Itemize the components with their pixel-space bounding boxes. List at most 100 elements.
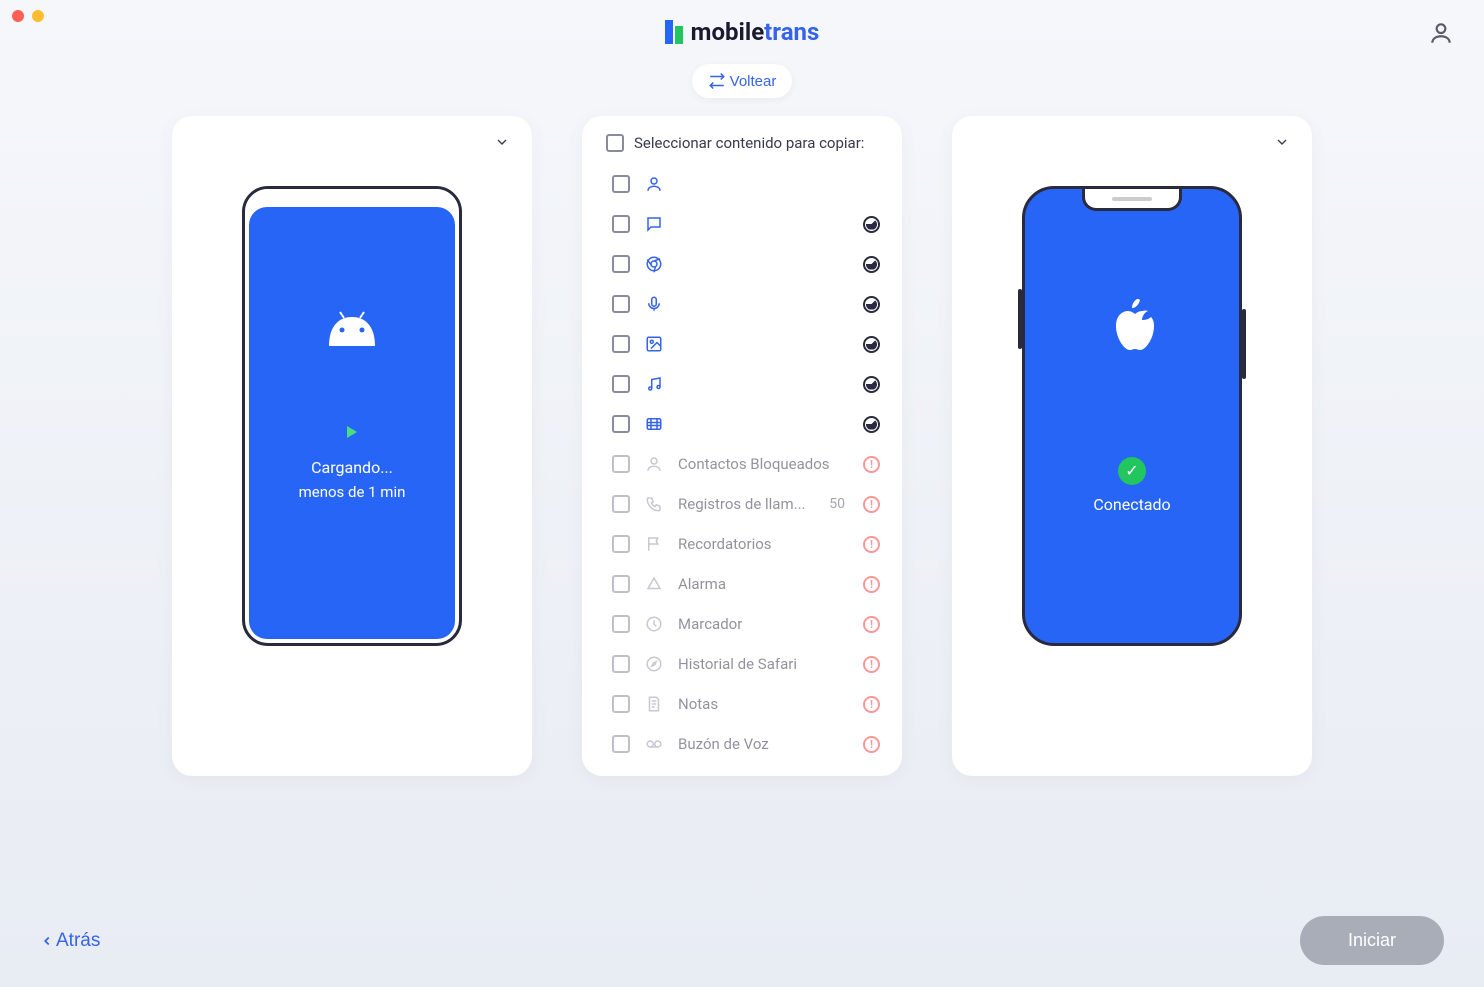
note-icon: [644, 694, 664, 714]
content-item: [606, 164, 886, 204]
content-item: Registros de llam... 50!: [606, 484, 886, 524]
loading-status-icon: [863, 336, 880, 353]
start-button[interactable]: Iniciar: [1300, 916, 1444, 965]
content-item-checkbox[interactable]: [612, 575, 630, 593]
content-item-label: Marcador: [678, 615, 849, 633]
logo-mark-icon: [665, 20, 683, 44]
swap-icon: [708, 72, 726, 90]
play-icon: [347, 426, 357, 438]
content-item-checkbox[interactable]: [612, 455, 630, 473]
app-logo: mobiletrans: [665, 18, 820, 46]
flip-button[interactable]: Voltear: [692, 64, 793, 98]
content-item: Recordatorios!: [606, 524, 886, 564]
content-item-count: 50: [829, 496, 845, 512]
content-item: [606, 404, 886, 444]
content-item-checkbox[interactable]: [612, 175, 630, 193]
person-icon: [644, 454, 664, 474]
footer-bar: Atrás Iniciar: [0, 894, 1484, 987]
music-icon: [644, 374, 664, 394]
apple-icon: [1107, 299, 1157, 357]
video-icon: [644, 414, 664, 434]
content-item: Buzón de Voz!: [606, 724, 886, 764]
person-icon: [644, 174, 664, 194]
flag-icon: [644, 534, 664, 554]
content-item-checkbox[interactable]: [612, 415, 630, 433]
dest-device-dropdown[interactable]: [1274, 134, 1290, 150]
warning-status-icon: !: [863, 496, 880, 513]
loading-status-icon: [863, 416, 880, 433]
alarm-icon: [644, 574, 664, 594]
content-item-label: Buzón de Voz: [678, 735, 849, 753]
warning-status-icon: !: [863, 576, 880, 593]
content-item: [606, 284, 886, 324]
source-loading-text: Cargando...: [311, 458, 393, 477]
content-item: [606, 364, 886, 404]
source-device-dropdown[interactable]: [494, 134, 510, 150]
main-content: Cargando... menos de 1 min Seleccionar c…: [0, 116, 1484, 776]
bookmark-icon: [644, 614, 664, 634]
content-item-checkbox[interactable]: [612, 255, 630, 273]
mic-icon: [644, 294, 664, 314]
voicemail-icon: [644, 734, 664, 754]
content-item-checkbox[interactable]: [612, 735, 630, 753]
content-item-label: Recordatorios: [678, 535, 849, 553]
content-item: Contactos Bloqueados!: [606, 444, 886, 484]
content-item-checkbox[interactable]: [612, 215, 630, 233]
iphone-illustration: ✓ Conectado: [1022, 186, 1242, 646]
image-icon: [644, 334, 664, 354]
content-item: Notas!: [606, 684, 886, 724]
content-item-checkbox[interactable]: [612, 655, 630, 673]
content-item-checkbox[interactable]: [612, 295, 630, 313]
check-icon: ✓: [1118, 457, 1146, 485]
content-item-label: Notas: [678, 695, 849, 713]
select-all-checkbox[interactable]: [606, 134, 624, 152]
content-item: Historial de Safari!: [606, 644, 886, 684]
app-header: mobiletrans: [0, 0, 1484, 46]
loading-status-icon: [863, 216, 880, 233]
chevron-down-icon: [1274, 134, 1290, 150]
content-item: [606, 204, 886, 244]
content-item: Alarma!: [606, 564, 886, 604]
loading-status-icon: [863, 256, 880, 273]
warning-status-icon: !: [863, 616, 880, 633]
safari-icon: [644, 654, 664, 674]
dest-device-panel: ✓ Conectado: [952, 116, 1312, 776]
content-item-checkbox[interactable]: [612, 335, 630, 353]
content-item-label: Historial de Safari: [678, 655, 849, 673]
warning-status-icon: !: [863, 656, 880, 673]
chevron-left-icon: [40, 931, 54, 951]
android-phone-illustration: Cargando... menos de 1 min: [242, 186, 462, 646]
content-item-checkbox[interactable]: [612, 615, 630, 633]
message-icon: [644, 214, 664, 234]
content-item: [606, 324, 886, 364]
content-item: Marcador!: [606, 604, 886, 644]
content-item-checkbox[interactable]: [612, 375, 630, 393]
content-item-label: Contactos Bloqueados: [678, 455, 849, 473]
phone-icon: [644, 494, 664, 514]
loading-status-icon: [863, 296, 880, 313]
content-item-checkbox[interactable]: [612, 695, 630, 713]
chevron-down-icon: [494, 134, 510, 150]
select-header-label: Seleccionar contenido para copiar:: [634, 134, 864, 152]
content-item: [606, 244, 886, 284]
back-button[interactable]: Atrás: [40, 930, 100, 952]
content-item-checkbox[interactable]: [612, 535, 630, 553]
warning-status-icon: !: [863, 536, 880, 553]
warning-status-icon: !: [863, 736, 880, 753]
back-label: Atrás: [56, 930, 100, 952]
warning-status-icon: !: [863, 456, 880, 473]
dest-status-text: Conectado: [1093, 495, 1170, 514]
flip-label: Voltear: [730, 73, 777, 90]
content-selection-panel: Seleccionar contenido para copiar: Conta…: [582, 116, 902, 776]
chrome-icon: [644, 254, 664, 274]
content-item-checkbox[interactable]: [612, 495, 630, 513]
content-item-label: Alarma: [678, 575, 849, 593]
android-icon: [322, 306, 382, 346]
logo-text: mobiletrans: [691, 18, 820, 46]
source-loading-sub: menos de 1 min: [299, 483, 406, 501]
content-list[interactable]: Contactos Bloqueados!Registros de llam..…: [582, 164, 902, 776]
content-item-label: Registros de llam...: [678, 495, 815, 513]
select-all-row: Seleccionar contenido para copiar:: [582, 116, 902, 164]
warning-status-icon: !: [863, 696, 880, 713]
profile-icon[interactable]: [1428, 20, 1454, 46]
